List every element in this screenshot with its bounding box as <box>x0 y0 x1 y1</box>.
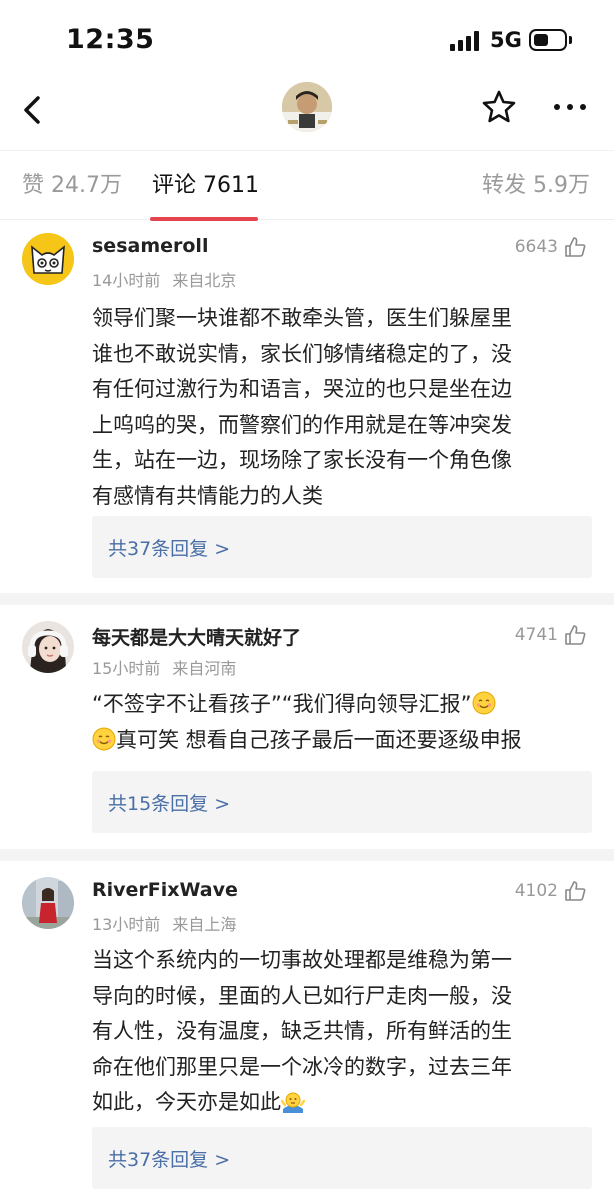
active-tab-indicator <box>150 217 258 221</box>
comment-meta: 13小时前 来自上海 <box>92 911 236 935</box>
reply-thread-button[interactable]: 共37条回复 > <box>92 1127 592 1189</box>
comment-line: 当这个系统内的一切事故处理都是维稳为第一 <box>92 948 512 972</box>
comment-line-text: “不签字不让看孩子”“我们得向领导汇报” <box>92 692 472 716</box>
like-button[interactable]: 6643 <box>515 235 586 259</box>
like-count: 4102 <box>514 881 558 901</box>
like-button[interactable]: 4741 <box>515 623 586 647</box>
comment-item: RiverFixWave 13小时前 来自上海 4102 当这个系统内的一切事故处… <box>0 877 614 1200</box>
thumb-up-icon <box>565 625 586 645</box>
reply-thread-button[interactable]: 共37条回复 > <box>92 516 592 578</box>
reply-thread-button[interactable]: 共15条回复 > <box>92 771 592 833</box>
reply-count: 共37条回复 > <box>108 1149 231 1171</box>
status-time: 12:35 <box>66 24 155 55</box>
comment-time: 13小时前 <box>92 915 161 934</box>
tab-reposts[interactable]: 转发 5.9万 <box>482 167 590 199</box>
comment-line: 命在他们那里只是一个冰冷的数字，过去三年 <box>92 1054 512 1079</box>
back-chevron-icon[interactable] <box>18 90 50 130</box>
comment-line: 上呜呜的哭，而警察们的作用就是在等冲突发 <box>92 412 512 437</box>
nav-bar <box>0 78 614 142</box>
battery-tip <box>569 36 572 44</box>
comment-line: “不签字不让看孩子”“我们得向领导汇报” <box>92 687 592 723</box>
comment-line: 生，站在一边，现场除了家长没有一个角色像 <box>92 448 512 472</box>
comment-username[interactable]: RiverFixWave <box>92 879 238 901</box>
engagement-tabs: 赞 24.7万 评论 7611 转发 5.9万 <box>0 150 614 221</box>
comment-body: 领导们聚一块谁都不敢牵头管，医生们躲屋里 谁也不敢说实情，家长们够情绪稳定的了，… <box>92 301 592 514</box>
comment-body: “不签字不让看孩子”“我们得向领导汇报” 真可笑 想看自己孩子最后一面还要逐级申… <box>92 687 592 758</box>
tab-likes[interactable]: 赞 24.7万 <box>22 167 122 199</box>
reply-count: 共15条回复 > <box>108 793 231 815</box>
comment-line: 如此，今天亦是如此 <box>92 1085 592 1121</box>
comment-location: 来自北京 <box>172 271 237 290</box>
comment-meta: 14小时前 来自北京 <box>92 267 236 291</box>
comment-divider <box>0 849 614 861</box>
reply-count: 共37条回复 > <box>108 538 231 560</box>
comment-time: 14小时前 <box>92 271 161 290</box>
signal-strength-icon <box>450 31 479 51</box>
battery-icon <box>529 29 567 51</box>
comment-line-text: 真可笑 想看自己孩子最后一面还要逐级申报 <box>116 727 522 752</box>
user-avatar[interactable] <box>22 233 74 285</box>
user-avatar[interactable] <box>22 621 74 673</box>
status-bar: 12:35 5G <box>0 0 614 78</box>
poster-avatar[interactable] <box>282 82 332 132</box>
comment-line: 领导们聚一块谁都不敢牵头管，医生们躲屋里 <box>92 306 512 330</box>
smiling-face-emoji <box>472 691 496 715</box>
tab-comments[interactable]: 评论 7611 <box>152 167 259 199</box>
comment-item: sesameroll 14小时前 来自北京 6643 领导们聚一块谁都不敢牵头管，… <box>0 233 614 583</box>
comment-location: 来自上海 <box>172 915 237 934</box>
user-avatar[interactable] <box>22 877 74 929</box>
like-count: 6643 <box>514 237 558 257</box>
like-count: 4741 <box>514 625 558 645</box>
comment-line-text: 如此，今天亦是如此 <box>92 1090 281 1114</box>
comment-divider <box>0 593 614 605</box>
favorite-star-icon[interactable] <box>480 88 518 126</box>
like-button[interactable]: 4102 <box>515 879 586 903</box>
comment-line: 真可笑 想看自己孩子最后一面还要逐级申报 <box>92 723 592 759</box>
comment-time: 15小时前 <box>92 659 161 678</box>
comment-username[interactable]: 每天都是大大晴天就好了 <box>92 623 301 650</box>
comment-line: 有任何过激行为和语言，哭泣的也只是坐在边 <box>92 377 512 401</box>
comment-line: 有人性，没有温度，缺乏共情，所有鲜活的生 <box>92 1019 512 1043</box>
more-options-icon[interactable] <box>550 92 590 122</box>
thumb-up-icon <box>565 237 586 257</box>
network-type: 5G <box>490 28 522 52</box>
comment-line: 有感情有共情能力的人类 <box>92 483 323 508</box>
comment-line: 谁也不敢说实情，家长们够情绪稳定的了，没 <box>92 341 512 366</box>
comment-meta: 15小时前 来自河南 <box>92 655 236 679</box>
shrug-emoji <box>281 1092 305 1113</box>
comment-item: 每天都是大大晴天就好了 15小时前 来自河南 4741 “不签字不让看孩子”“我们… <box>0 621 614 841</box>
comment-body: 当这个系统内的一切事故处理都是维稳为第一 导向的时候，里面的人已如行尸走肉一般，… <box>92 943 592 1121</box>
comment-location: 来自河南 <box>172 659 237 678</box>
comment-line: 导向的时候，里面的人已如行尸走肉一般，没 <box>92 983 512 1008</box>
thumb-up-icon <box>565 881 586 901</box>
comment-username[interactable]: sesameroll <box>92 235 208 257</box>
smiling-face-emoji <box>92 727 116 750</box>
